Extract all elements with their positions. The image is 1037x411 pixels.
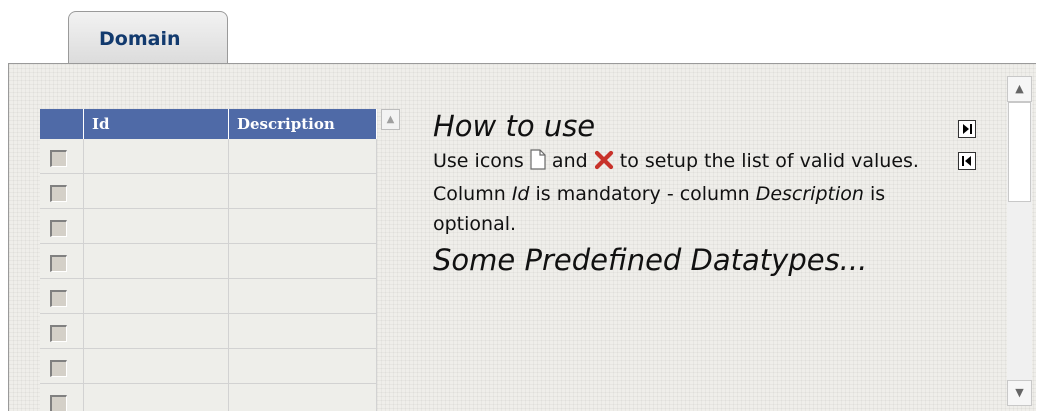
table-row[interactable] [40, 174, 377, 209]
scroll-up-button[interactable]: ▲ [1007, 76, 1032, 102]
collapse-panel-button[interactable] [958, 152, 976, 170]
help-subtitle: Some Predefined Datatypes... [433, 243, 868, 277]
row-select-cell [40, 139, 84, 174]
grid-scroll-up-button[interactable]: ▲ [381, 109, 400, 130]
main-vertical-scrollbar[interactable]: ▲ ▼ [1007, 76, 1032, 406]
row-checkbox[interactable] [50, 185, 67, 202]
grid-header: Id Description [40, 109, 377, 139]
description-cell[interactable] [229, 349, 377, 384]
help-term-description: Description [755, 183, 864, 205]
delete-x-icon [594, 149, 614, 179]
description-cell[interactable] [229, 174, 377, 209]
description-cell[interactable] [229, 279, 377, 314]
table-row[interactable] [40, 244, 377, 279]
id-cell[interactable] [84, 279, 229, 314]
table-row[interactable] [40, 384, 377, 411]
id-cell[interactable] [84, 384, 229, 411]
row-select-cell [40, 349, 84, 384]
row-checkbox[interactable] [50, 325, 67, 342]
id-cell[interactable] [84, 209, 229, 244]
table-row[interactable] [40, 139, 377, 174]
grid-body [40, 139, 377, 411]
table-row[interactable] [40, 209, 377, 244]
domain-values-grid: Id Description [40, 109, 377, 411]
tab-domain[interactable]: Domain [68, 11, 228, 63]
help-term-id: Id [511, 183, 530, 205]
row-select-cell [40, 384, 84, 411]
description-cell[interactable] [229, 244, 377, 279]
row-checkbox[interactable] [50, 220, 67, 237]
row-checkbox[interactable] [50, 395, 67, 411]
row-select-cell [40, 244, 84, 279]
table-row[interactable] [40, 314, 377, 349]
id-cell[interactable] [84, 174, 229, 209]
help-title: How to use [433, 109, 596, 143]
row-checkbox[interactable] [50, 360, 67, 377]
description-cell[interactable] [229, 139, 377, 174]
new-document-icon [530, 149, 546, 179]
description-column-header[interactable]: Description [229, 109, 377, 139]
row-select-cell [40, 174, 84, 209]
tab-domain-label: Domain [99, 28, 181, 50]
help-text-and: and [551, 150, 588, 172]
table-row[interactable] [40, 279, 377, 314]
id-column-header[interactable]: Id [84, 109, 229, 139]
help-section: How to use Use icons and to setup the li… [433, 108, 973, 282]
id-cell[interactable] [84, 314, 229, 349]
row-select-cell [40, 279, 84, 314]
row-checkbox[interactable] [50, 255, 67, 272]
select-column-header [40, 109, 84, 139]
row-select-cell [40, 314, 84, 349]
id-cell[interactable] [84, 349, 229, 384]
scroll-down-button[interactable]: ▼ [1007, 380, 1032, 406]
help-text-part-1: Use icons [433, 150, 524, 172]
help-text-part-3: is mandatory - column [535, 183, 750, 205]
scroll-thumb[interactable] [1008, 102, 1031, 202]
description-cell[interactable] [229, 209, 377, 244]
description-cell[interactable] [229, 384, 377, 411]
id-cell[interactable] [84, 244, 229, 279]
table-row[interactable] [40, 349, 377, 384]
row-select-cell [40, 209, 84, 244]
collapse-panel-icon [962, 156, 971, 166]
expand-panel-icon [963, 124, 972, 134]
help-text: Use icons and to setup the list of valid… [433, 146, 973, 239]
expand-panel-button[interactable] [958, 120, 976, 138]
description-cell[interactable] [229, 314, 377, 349]
row-checkbox[interactable] [50, 150, 67, 167]
id-cell[interactable] [84, 139, 229, 174]
row-checkbox[interactable] [50, 290, 67, 307]
